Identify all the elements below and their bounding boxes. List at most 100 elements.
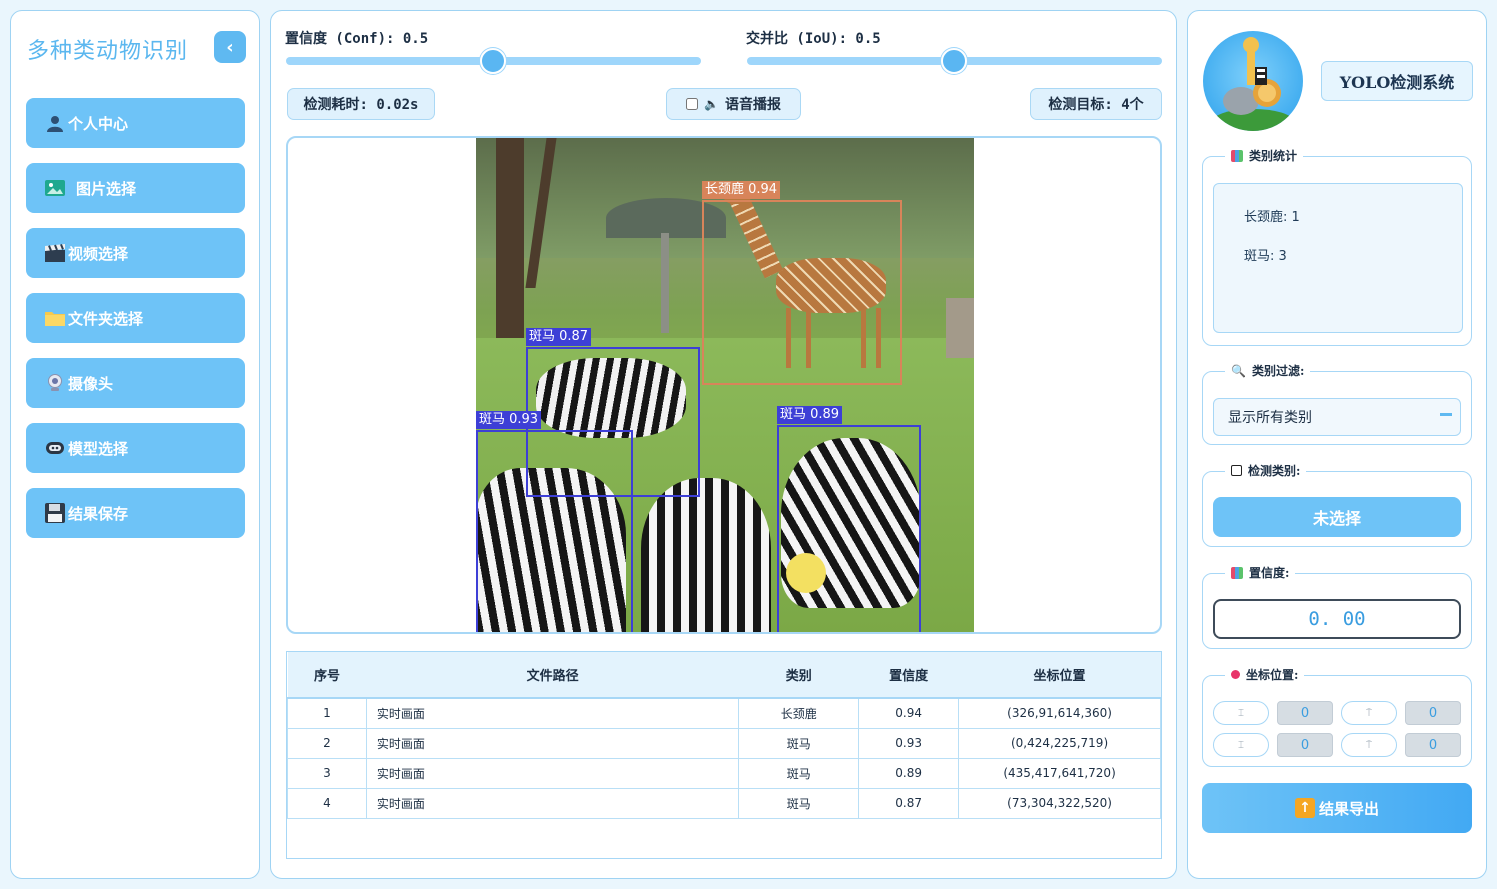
folder-icon <box>44 307 66 329</box>
table-row[interactable]: 4 实时画面 斑马 0.87 (73,304,322,520) <box>287 787 1161 819</box>
cell-path: 实时画面 <box>365 727 740 759</box>
col-confidence-header: 置信度 <box>858 652 959 699</box>
xmax-value: 0 <box>1277 733 1333 757</box>
cell-path: 实时画面 <box>365 697 740 729</box>
ymax-value: 0 <box>1405 733 1461 757</box>
class-filter-group: 🔍 类别过滤: 显示所有类别 <box>1202 362 1472 445</box>
cell-coords: (73,304,322,520) <box>958 787 1161 819</box>
app-title: 多种类动物识别 <box>27 39 189 64</box>
xmin-label: ⌶ <box>1213 701 1269 725</box>
bbox-label: 斑马 0.93 <box>476 411 542 429</box>
image-icon <box>44 177 66 199</box>
cell-class: 长颈鹿 <box>738 697 860 729</box>
dropdown-icon <box>1440 413 1452 416</box>
xmin-value: 0 <box>1277 701 1333 725</box>
ymin-label: ⍑ <box>1341 701 1397 725</box>
iou-slider-thumb[interactable] <box>941 48 967 74</box>
class-stats-list: 长颈鹿: 1 斑马: 3 <box>1213 183 1463 333</box>
table-row[interactable]: 2 实时画面 斑马 0.93 (0,424,225,719) <box>287 727 1161 759</box>
col-path-header: 文件路径 <box>366 652 739 699</box>
nav-model-label: 模型选择 <box>68 439 129 458</box>
cell-class: 斑马 <box>738 757 860 789</box>
nav-image-label: 图片选择 <box>76 179 137 198</box>
detection-time-badge: 检测耗时: 0.02s <box>287 88 435 120</box>
ymin-value: 0 <box>1405 701 1461 725</box>
nav-profile-button[interactable]: 个人中心 <box>26 98 245 148</box>
nav-video-button[interactable]: 视频选择 <box>26 228 245 278</box>
cell-confidence: 0.93 <box>858 727 960 759</box>
conf-slider-label: 置信度 (Conf): 0.5 <box>285 31 429 47</box>
webcam-icon <box>44 372 66 394</box>
detect-class-button[interactable]: 未选择 <box>1213 497 1461 537</box>
clapperboard-icon <box>44 242 66 264</box>
table-row[interactable]: 3 实时画面 斑马 0.89 (435,417,641,720) <box>287 757 1161 789</box>
coordinates-group: 坐标位置: ⌶ 0 ⍑ 0 ⌶ 0 ⍑ 0 <box>1202 666 1472 767</box>
left-sidebar: 多种类动物识别 ‹ 个人中心 图片选择 视频选择 文件夹选择 摄像头 模型选择 … <box>10 10 260 879</box>
floppy-disk-icon <box>44 502 66 524</box>
col-coords-header: 坐标位置 <box>958 652 1161 699</box>
nav-image-button[interactable]: 图片选择 <box>26 163 245 213</box>
bar-chart-icon <box>1231 566 1243 579</box>
confidence-value: 0. 00 <box>1213 599 1461 639</box>
voice-toggle[interactable]: 🔈 语音播报 <box>666 88 801 120</box>
system-title: YOLO检测系统 <box>1321 61 1473 101</box>
nav-save-button[interactable]: 结果保存 <box>26 488 245 538</box>
detect-class-title: 检测类别: <box>1248 464 1301 478</box>
bbox-zebra <box>476 430 633 632</box>
cell-class: 斑马 <box>738 727 860 759</box>
iou-slider-label: 交并比 (IoU): 0.5 <box>746 31 881 47</box>
cell-coords: (326,91,614,360) <box>958 697 1161 729</box>
speaker-icon: 🔈 <box>704 97 719 111</box>
confidence-title: 置信度: <box>1249 566 1290 580</box>
voice-label: 语音播报 <box>724 97 781 113</box>
table-header-row: 序号 文件路径 类别 置信度 坐标位置 <box>287 652 1161 699</box>
chevron-left-icon: ‹ <box>226 36 234 58</box>
checkbox-icon <box>1231 465 1242 476</box>
cell-index: 3 <box>287 757 367 789</box>
cell-index: 4 <box>287 787 367 819</box>
class-filter-select[interactable]: 显示所有类别 <box>1213 398 1461 436</box>
cell-path: 实时画面 <box>365 757 740 789</box>
user-icon <box>44 112 66 134</box>
class-filter-value: 显示所有类别 <box>1228 410 1312 426</box>
nav-camera-label: 摄像头 <box>68 374 114 393</box>
nav-folder-button[interactable]: 文件夹选择 <box>26 293 245 343</box>
coord-title: 坐标位置: <box>1246 668 1299 682</box>
col-index-header: 序号 <box>287 652 367 699</box>
export-results-button[interactable]: ↑ 结果导出 <box>1202 783 1472 833</box>
nav-save-label: 结果保存 <box>68 504 129 523</box>
nav-folder-label: 文件夹选择 <box>68 309 144 328</box>
bar-chart-icon <box>1231 149 1243 162</box>
ymax-label: ⍑ <box>1341 733 1397 757</box>
collapse-sidebar-button[interactable]: ‹ <box>214 31 246 63</box>
stats-title: 类别统计 <box>1249 149 1298 163</box>
upload-icon: ↑ <box>1294 798 1315 818</box>
cell-confidence: 0.87 <box>858 787 960 819</box>
cell-confidence: 0.94 <box>858 697 960 729</box>
cell-class: 斑马 <box>738 787 860 819</box>
class-stats-group: 类别统计 长颈鹿: 1 斑马: 3 <box>1202 147 1472 346</box>
nav-camera-button[interactable]: 摄像头 <box>26 358 245 408</box>
model-icon <box>44 437 66 459</box>
conf-slider-thumb[interactable] <box>480 48 506 74</box>
cell-coords: (0,424,225,719) <box>958 727 1161 759</box>
col-class-header: 类别 <box>738 652 859 699</box>
results-table: 序号 文件路径 类别 置信度 坐标位置 1 实时画面 长颈鹿 0.94 (326… <box>286 651 1162 859</box>
right-panel: YOLO检测系统 类别统计 长颈鹿: 1 斑马: 3 🔍 类别过滤: 显示所有类… <box>1187 10 1487 879</box>
detect-class-group: 检测类别: 未选择 <box>1202 462 1472 547</box>
xmax-label: ⌶ <box>1213 733 1269 757</box>
magnifier-icon: 🔍 <box>1231 363 1246 378</box>
filter-title: 类别过滤: <box>1251 364 1305 378</box>
bbox-label: 长颈鹿 0.94 <box>702 181 781 199</box>
export-label: 结果导出 <box>1318 799 1379 818</box>
table-row[interactable]: 1 实时画面 长颈鹿 0.94 (326,91,614,360) <box>287 697 1161 729</box>
voice-checkbox[interactable] <box>686 98 699 110</box>
stat-item: 斑马: 3 <box>1244 249 1287 264</box>
bbox-giraffe <box>702 200 902 385</box>
confidence-group: 置信度: 0. 00 <box>1202 564 1472 649</box>
bbox-label: 斑马 0.87 <box>526 328 592 346</box>
nav-model-button[interactable]: 模型选择 <box>26 423 245 473</box>
bbox-label: 斑马 0.89 <box>777 406 843 424</box>
main-panel: 置信度 (Conf): 0.5 交并比 (IoU): 0.5 检测耗时: 0.0… <box>270 10 1177 879</box>
stat-item: 长颈鹿: 1 <box>1244 210 1300 225</box>
